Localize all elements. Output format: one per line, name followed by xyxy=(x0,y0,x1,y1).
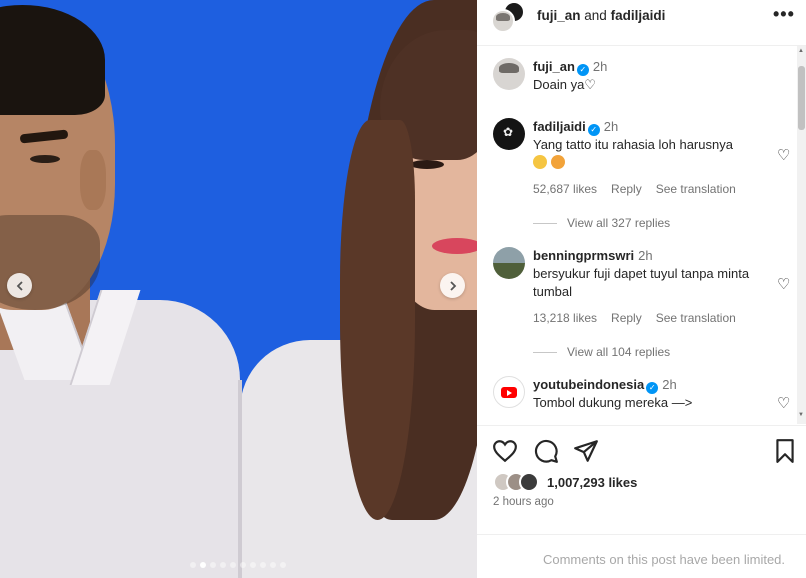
carousel-dot xyxy=(250,562,256,568)
comment-icon[interactable] xyxy=(533,438,559,464)
verified-badge-icon: ✓ xyxy=(576,64,589,76)
carousel-dot xyxy=(190,562,196,568)
comment-likes[interactable]: 13,218 likes xyxy=(533,311,597,325)
comment-username[interactable]: fadiljaidi xyxy=(533,119,586,134)
see-translation-link[interactable]: See translation xyxy=(656,182,736,196)
carousel-dots xyxy=(190,562,286,568)
liker-avatars[interactable] xyxy=(493,472,547,492)
see-translation-link[interactable]: See translation xyxy=(656,311,736,325)
woman-eye xyxy=(410,160,444,169)
author-connector: and xyxy=(584,8,607,23)
author-link[interactable]: fadiljaidi xyxy=(611,8,666,23)
reply-button[interactable]: Reply xyxy=(611,182,642,196)
comment-text: bersyukur fuji dapet tuyul tanpa minta t… xyxy=(533,266,750,299)
send-icon[interactable] xyxy=(573,438,599,464)
carousel-dot xyxy=(240,562,246,568)
avatar[interactable] xyxy=(493,376,525,408)
carousel-dot xyxy=(280,562,286,568)
carousel-dot xyxy=(270,562,276,568)
avatar xyxy=(491,9,515,33)
avatar[interactable] xyxy=(493,247,525,279)
view-replies-button[interactable]: View all 104 replies xyxy=(533,345,670,359)
like-comment-icon[interactable]: ♡ xyxy=(777,275,790,293)
carousel-dot xyxy=(200,562,206,568)
next-image-button[interactable] xyxy=(440,273,465,298)
post-panel: fuji_an and fadiljaidi ••• fuji_an ✓ 2h Do… xyxy=(477,0,806,578)
like-comment-icon[interactable]: ♡ xyxy=(777,146,790,164)
post-header: fuji_an and fadiljaidi ••• xyxy=(477,0,806,46)
bookmark-icon[interactable] xyxy=(772,438,798,464)
previous-image-button[interactable] xyxy=(7,273,32,298)
comment-body: youtubeindonesia ✓ 2h Tombol dukung mereka… xyxy=(533,376,753,412)
comment-time: 2h xyxy=(638,248,653,263)
comments-list[interactable]: fuji_an✓2h Doain ya♡ fadiljaidi✓2h Yang … xyxy=(477,46,797,424)
comment-text: Yang tatto itu rahasia loh harusnya xyxy=(533,137,733,152)
like-comment-icon[interactable]: ♡ xyxy=(777,394,790,412)
scroll-up-icon[interactable]: ▲ xyxy=(798,48,804,54)
scroll-down-icon[interactable]: ▼ xyxy=(798,412,804,418)
comment-time: 2h xyxy=(603,119,619,134)
verified-badge-icon: ✓ xyxy=(587,124,600,136)
comment-body: fuji_an ✓ 2h Doain ya♡ xyxy=(533,58,753,94)
carousel-dot xyxy=(210,562,216,568)
view-replies-label: View all 327 replies xyxy=(567,216,671,230)
chevron-right-icon xyxy=(449,280,456,291)
carousel-dot xyxy=(260,562,266,568)
author-link[interactable]: fuji_an xyxy=(537,8,581,23)
man-ear xyxy=(80,150,106,210)
comments-limited-notice: Comments on this post have been limited. xyxy=(477,534,806,567)
comment-time: 2h xyxy=(662,377,677,392)
comment-text: Tombol dukung mereka —> xyxy=(533,395,693,410)
emoji-icon xyxy=(551,155,565,169)
reply-button[interactable]: Reply xyxy=(611,311,642,325)
replies-divider xyxy=(533,351,557,353)
post-timestamp[interactable]: 2 hours ago xyxy=(493,496,554,508)
collab-avatars[interactable] xyxy=(491,1,527,33)
verified-badge-icon: ✓ xyxy=(646,382,659,394)
comment-username[interactable]: youtubeindonesia xyxy=(533,377,644,392)
scroll-thumb[interactable] xyxy=(798,66,805,130)
woman-hair-front xyxy=(340,120,415,520)
comment-time: 2h xyxy=(592,59,608,74)
youtube-logo-icon xyxy=(501,386,517,398)
post-actions: 1,007,293 likes 2 hours ago Comments on … xyxy=(477,425,806,578)
avatar[interactable] xyxy=(493,118,525,150)
comments-scrollbar[interactable]: ▲ ▼ xyxy=(797,46,806,424)
comment-meta: 52,687 likes Reply See translation xyxy=(533,182,736,196)
avatar xyxy=(519,472,539,492)
view-replies-label: View all 104 replies xyxy=(567,345,671,359)
emoji-icon xyxy=(533,155,547,169)
avatar[interactable] xyxy=(493,58,525,90)
replies-divider xyxy=(533,222,557,224)
man-eye xyxy=(30,155,60,163)
post-media[interactable] xyxy=(0,0,477,578)
comment-username[interactable]: benningprmswri xyxy=(533,248,634,263)
likes-count[interactable]: 1,007,293 likes xyxy=(547,475,637,490)
carousel-dot xyxy=(220,562,226,568)
comment-likes[interactable]: 52,687 likes xyxy=(533,182,597,196)
post-authors: fuji_an and fadiljaidi xyxy=(537,8,665,23)
carousel-dot xyxy=(230,562,236,568)
comment-meta: 13,218 likes Reply See translation xyxy=(533,311,736,325)
comment-text: Doain ya♡ xyxy=(533,77,596,92)
heart-icon[interactable] xyxy=(492,438,518,464)
comment-username[interactable]: fuji_an xyxy=(533,59,575,74)
shirt-divider xyxy=(238,380,242,578)
chevron-left-icon xyxy=(16,280,23,291)
more-options-icon[interactable]: ••• xyxy=(773,4,795,25)
comment-body: benningprmswri 2h bersyukur fuji dapet tu… xyxy=(533,247,753,301)
view-replies-button[interactable]: View all 327 replies xyxy=(533,216,670,230)
man-hair xyxy=(0,5,105,115)
comment-body: fadiljaidi ✓ 2h Yang tatto itu rahasia loh… xyxy=(533,118,753,172)
woman-lips xyxy=(432,238,477,254)
